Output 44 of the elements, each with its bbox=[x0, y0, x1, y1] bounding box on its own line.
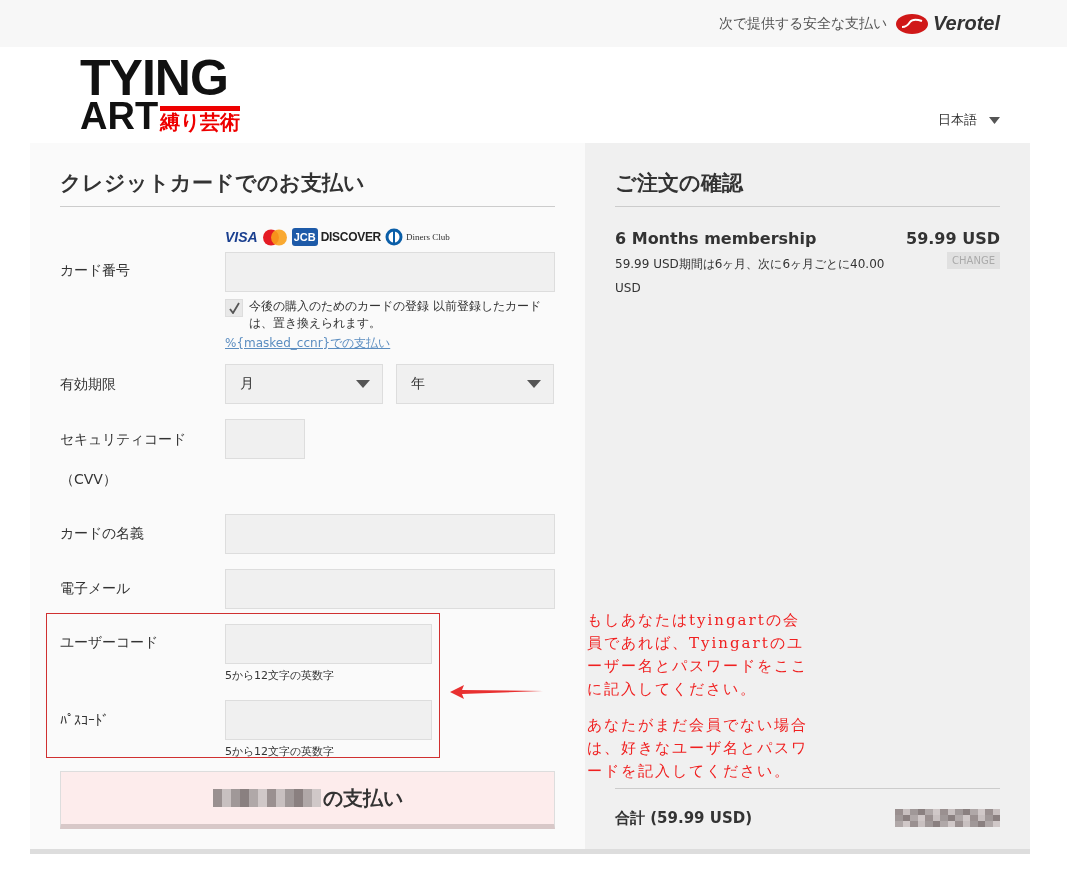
total-label: 合計 (59.99 USD) bbox=[615, 808, 753, 828]
secure-payment-text: 次で提供する安全な支払い bbox=[718, 14, 887, 33]
annotation-text: もしあなたはtyingartの会員であれば、Tyingartのユーザー名とパスワードをここに記入してください。 あなたがまだ会員でない場合は、好きなユーザ名とパスワードを記入してください。 bbox=[587, 610, 809, 782]
diners-club-logo: Diners Club bbox=[406, 232, 450, 242]
visa-logo: VISA bbox=[225, 229, 258, 245]
field-label: 有効期限 bbox=[60, 376, 117, 394]
field-label: （CVV） bbox=[60, 470, 117, 489]
order-title: ご注文の確認 bbox=[615, 169, 1000, 207]
field-hint: 5から12文字の英数字 bbox=[225, 668, 334, 683]
discover-logo: DISCOVER bbox=[320, 230, 381, 244]
field-label: 電子メール bbox=[60, 580, 131, 598]
caret-icon bbox=[527, 380, 541, 388]
card-number-input[interactable] bbox=[225, 252, 555, 292]
saved-card-link[interactable]: %{masked_ccnr}での支払い bbox=[225, 335, 391, 352]
security-code-input[interactable] bbox=[225, 419, 305, 459]
caret-icon bbox=[989, 116, 1000, 124]
field-label: ユーザーコード bbox=[60, 634, 159, 652]
save-card-checkbox[interactable] bbox=[225, 299, 243, 317]
password-input[interactable] bbox=[225, 700, 432, 740]
diners-logo-icon bbox=[384, 228, 404, 246]
logo-icon bbox=[894, 12, 929, 35]
product-name: 6 Months membership bbox=[615, 229, 818, 248]
username-input[interactable] bbox=[225, 624, 432, 664]
brand-name: Verotel bbox=[932, 12, 1000, 35]
pay-button[interactable]: の支払い bbox=[60, 771, 555, 829]
field-hint: 5から12文字の英数字 bbox=[225, 744, 334, 759]
email-input[interactable] bbox=[225, 569, 555, 609]
product-price: 59.99 USD bbox=[906, 229, 1000, 248]
form-title: クレジットカードでのお支払い bbox=[60, 169, 555, 207]
mastercard-logo-icon bbox=[260, 228, 289, 246]
caret-icon bbox=[356, 380, 370, 388]
language-select[interactable]: 日本語 bbox=[938, 111, 1000, 129]
field-label: カード番号 bbox=[60, 262, 131, 280]
month-select[interactable]: 月 bbox=[225, 364, 383, 404]
card-holder-input[interactable] bbox=[225, 514, 555, 554]
jcb-logo: JCB bbox=[291, 228, 318, 246]
checkmark-icon bbox=[228, 302, 240, 314]
site-logo: TYING ART縛り芸術 bbox=[80, 57, 241, 132]
field-label: ﾊﾟｽｺｰﾄﾞ bbox=[60, 712, 110, 728]
save-card-text: 今後の購入のためのカードの登録 以前登録したカードは、置き換えられます。 bbox=[249, 298, 542, 332]
product-description: 59.99 USD期間は6ヶ月、次に6ヶ月ごとに40.00 USD bbox=[615, 256, 886, 297]
field-label: カードの名義 bbox=[60, 525, 145, 543]
year-select[interactable]: 年 bbox=[396, 364, 554, 404]
field-label: セキュリティコード bbox=[60, 430, 186, 449]
